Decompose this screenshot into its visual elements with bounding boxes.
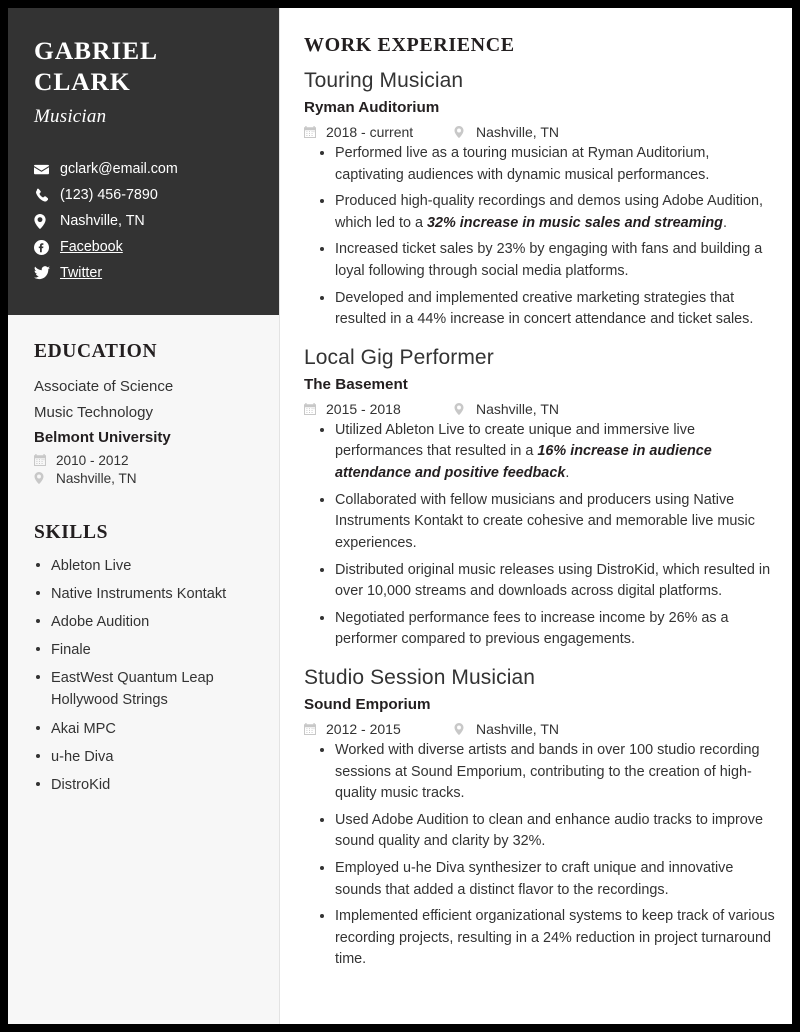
- sidebar-header: GABRIEL CLARK Musician gclark@email.com …: [8, 8, 279, 316]
- location-pin-icon: [454, 722, 470, 735]
- education-degree: Associate of Science: [34, 378, 174, 396]
- contact-item-twitter[interactable]: Twitter: [34, 260, 253, 285]
- education-location-row: Nashville, TN: [34, 471, 253, 486]
- envelope-icon: [34, 162, 53, 177]
- job-location: Nashville, TN: [476, 720, 559, 737]
- profession-subtitle: Musician: [34, 106, 107, 128]
- twitter-text: Twitter: [60, 264, 103, 281]
- education-school: Belmont University: [34, 428, 171, 446]
- job-dates-row: 2015 - 2018: [304, 401, 454, 417]
- location-pin-icon: [454, 126, 470, 138]
- calendar-icon: [34, 454, 50, 467]
- job-location-row: Nashville, TN: [454, 124, 559, 140]
- sidebar: GABRIEL CLARK Musician gclark@email.com …: [8, 8, 279, 1024]
- job-title: Touring Musician: [304, 69, 464, 92]
- calendar-icon: [304, 126, 320, 138]
- job-dates: 2012 - 2015: [326, 720, 401, 737]
- list-item: Adobe Audition: [34, 611, 253, 633]
- job-dates: 2015 - 2018: [326, 400, 401, 417]
- job-entry: Local Gig Performer The Basement 2015 - 20…: [304, 345, 776, 651]
- job-dates-row: 2012 - 2015: [304, 721, 454, 737]
- education-dates: 2010 - 2012: [56, 452, 129, 468]
- job-entry: Studio Session Musician Sound Emporium 201…: [304, 665, 776, 971]
- contact-item-email[interactable]: gclark@email.com: [34, 156, 253, 182]
- list-item: Akai MPC: [34, 718, 253, 740]
- job-location: Nashville, TN: [476, 124, 559, 140]
- location-text: Nashville, TN: [60, 213, 145, 230]
- phone-text: (123) 456-7890: [60, 187, 158, 204]
- job-location-row: Nashville, TN: [454, 401, 559, 417]
- job-bullet: Worked with diverse artists and bands in…: [304, 740, 776, 805]
- education-heading: EDUCATION: [34, 341, 158, 363]
- job-bullet: Negotiated performance fees to increase …: [304, 608, 776, 651]
- job-bullet: Utilized Ableton Live to create unique a…: [304, 420, 776, 485]
- job-title: Local Gig Performer: [304, 345, 494, 369]
- education-dates-row: 2010 - 2012: [34, 453, 253, 468]
- job-entry: Touring Musician Ryman Auditorium 2018 - c…: [304, 68, 776, 331]
- education-section: EDUCATION Associate of Science Music Tec…: [34, 341, 253, 486]
- job-bullet: Increased ticket sales by 23% by engagin…: [304, 239, 776, 282]
- skills-list: Ableton Live Native Instruments Kontakt Ad…: [34, 555, 253, 797]
- location-pin-icon: [454, 402, 470, 415]
- work-experience-heading: WORK EXPERIENCE: [304, 34, 515, 56]
- job-bullet: Used Adobe Audition to clean and enhance…: [304, 810, 776, 853]
- list-item: EastWest Quantum Leap Hollywood Strings: [34, 667, 253, 711]
- list-item: Finale: [34, 639, 253, 661]
- sidebar-body: EDUCATION Associate of Science Music Tec…: [8, 315, 279, 796]
- contact-list: gclark@email.com (123) 456-7890 Nashvill…: [34, 156, 253, 285]
- phone-icon: [34, 188, 53, 203]
- list-item: u-he Diva: [34, 746, 253, 768]
- contact-item-location: Nashville, TN: [34, 208, 253, 234]
- list-item: DistroKid: [34, 774, 253, 796]
- job-location-row: Nashville, TN: [454, 721, 559, 737]
- job-bullet: Distributed original music releases usin…: [304, 560, 776, 603]
- page-title: GABRIEL CLARK: [34, 36, 157, 96]
- contact-item-facebook[interactable]: Facebook: [34, 234, 253, 260]
- twitter-icon: [34, 266, 53, 280]
- job-location: Nashville, TN: [476, 400, 559, 417]
- education-location: Nashville, TN: [56, 470, 137, 486]
- job-bullet: Collaborated with fellow musicians and p…: [304, 490, 776, 555]
- skills-heading: SKILLS: [34, 521, 109, 543]
- job-dates: 2018 - current: [326, 124, 414, 140]
- job-title: Studio Session Musician: [304, 665, 536, 689]
- job-bullet: Performed live as a touring musician at …: [304, 143, 776, 186]
- bullet-emphasis: 16% increase in audience attendance and …: [335, 443, 712, 482]
- resume-page: GABRIEL CLARK Musician gclark@email.com …: [8, 8, 792, 1024]
- calendar-icon: [304, 722, 320, 735]
- contact-item-phone[interactable]: (123) 456-7890: [34, 182, 253, 208]
- job-bullet: Implemented efficient organizational sys…: [304, 906, 776, 971]
- job-bullet: Developed and implemented creative marke…: [304, 288, 776, 331]
- job-dates-row: 2018 - current: [304, 124, 454, 140]
- job-meta: 2015 - 2018 Nashville, TN: [304, 401, 776, 417]
- main-content: WORK EXPERIENCE Touring Musician Ryman Au…: [280, 8, 792, 1024]
- job-bullet: Employed u-he Diva synthesizer to craft …: [304, 858, 776, 901]
- calendar-icon: [304, 402, 320, 415]
- job-company: Sound Emporium: [304, 696, 431, 714]
- email-text: gclark@email.com: [60, 161, 178, 178]
- list-item: Ableton Live: [34, 555, 253, 577]
- facebook-text: Facebook: [60, 239, 123, 256]
- list-item: Native Instruments Kontakt: [34, 583, 253, 605]
- bullet-emphasis: 32% increase in music sales and streamin…: [427, 214, 723, 231]
- facebook-icon: [34, 239, 53, 255]
- job-meta: 2012 - 2015 Nashville, TN: [304, 721, 776, 737]
- location-pin-icon: [34, 472, 50, 485]
- job-meta: 2018 - current Nashville, TN: [304, 124, 776, 140]
- location-pin-icon: [34, 213, 53, 229]
- job-company: The Basement: [304, 376, 408, 394]
- job-bullet-list: Performed live as a touring musician at …: [304, 143, 776, 331]
- job-bullet-list: Utilized Ableton Live to create unique a…: [304, 420, 776, 651]
- job-company: Ryman Auditorium: [304, 99, 440, 117]
- education-field: Music Technology: [34, 403, 153, 421]
- skills-section: SKILLS Ableton Live Native Instruments Ko…: [34, 522, 253, 797]
- job-bullet-list: Worked with diverse artists and bands in…: [304, 740, 776, 971]
- job-bullet: Produced high-quality recordings and dem…: [304, 191, 776, 234]
- job-list: Touring Musician Ryman Auditorium 2018 - c…: [304, 68, 776, 971]
